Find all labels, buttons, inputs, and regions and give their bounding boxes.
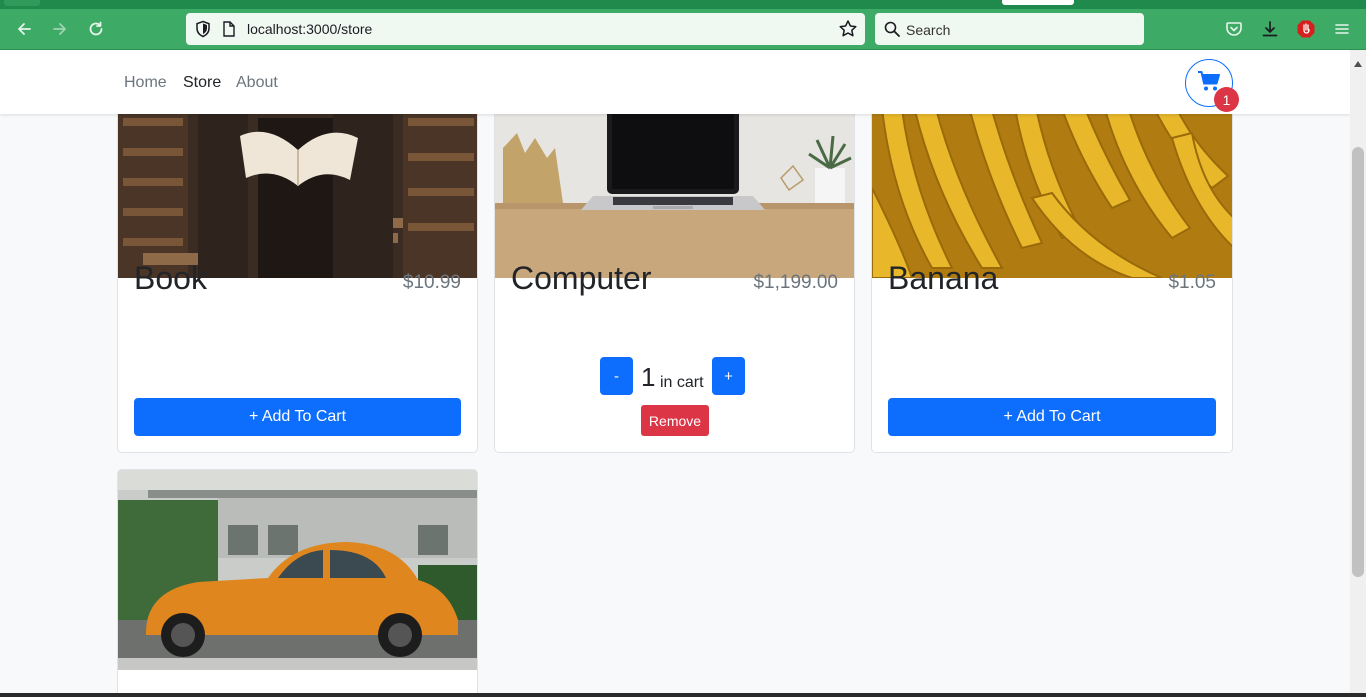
bookmark-star-icon[interactable] (838, 19, 858, 44)
product-card-computer: Computer $1,199.00 - 1 in cart + Remove (494, 77, 855, 453)
extension-block-icon[interactable] (1296, 19, 1316, 39)
address-bar[interactable]: localhost:3000/store (186, 13, 865, 45)
product-name: Book (134, 260, 207, 296)
nav-about-link[interactable]: About (236, 74, 278, 92)
decrease-quantity-button[interactable]: - (600, 357, 633, 395)
product-price: $1,199.00 (753, 272, 838, 293)
scrollbar-thumb[interactable] (1352, 147, 1364, 577)
add-to-cart-button[interactable]: + Add To Cart (888, 398, 1216, 436)
product-card-banana: Banana $1.05 + Add To Cart (871, 77, 1233, 453)
product-price: $10.99 (402, 272, 461, 293)
browser-tab-active[interactable] (1002, 0, 1074, 5)
url-text: localhost:3000/store (247, 21, 373, 37)
increase-quantity-button[interactable]: + (712, 357, 745, 395)
back-icon[interactable] (13, 18, 35, 40)
product-card-car (117, 469, 478, 693)
nav-home-link[interactable]: Home (124, 74, 167, 92)
download-icon[interactable] (1260, 19, 1280, 39)
search-placeholder: Search (906, 22, 951, 38)
nav-store-link[interactable]: Store (183, 74, 221, 92)
scroll-up-arrow-icon[interactable] (1354, 54, 1362, 72)
site-navbar: Home Store About 1 (0, 50, 1350, 114)
browser-tab[interactable] (4, 0, 40, 6)
remove-from-cart-button[interactable]: Remove (641, 405, 709, 436)
reload-icon[interactable] (85, 18, 107, 40)
tab-strip (0, 0, 1366, 9)
cart-quantity: 1 (641, 362, 656, 392)
shield-icon[interactable] (194, 20, 212, 43)
menu-icon[interactable] (1332, 19, 1352, 39)
page-viewport: Home Store About 1 Book $10.99 + Add To … (0, 50, 1350, 693)
car-photo (118, 470, 477, 670)
page-icon (222, 21, 236, 42)
page-scrollbar[interactable] (1350, 50, 1366, 693)
search-icon (884, 21, 900, 42)
product-card-book: Book $10.99 + Add To Cart (117, 77, 478, 453)
pocket-icon[interactable] (1224, 19, 1244, 39)
browser-toolbar: localhost:3000/store Search (0, 9, 1366, 50)
cart-count-badge: 1 (1214, 87, 1239, 112)
product-price: $1.05 (1168, 272, 1216, 293)
os-taskbar (0, 693, 1366, 697)
product-name: Computer (511, 260, 652, 296)
forward-icon[interactable] (49, 18, 71, 40)
add-to-cart-button[interactable]: + Add To Cart (134, 398, 461, 436)
product-name: Banana (888, 260, 999, 296)
in-cart-label: in cart (660, 374, 704, 391)
search-bar[interactable]: Search (875, 13, 1144, 45)
